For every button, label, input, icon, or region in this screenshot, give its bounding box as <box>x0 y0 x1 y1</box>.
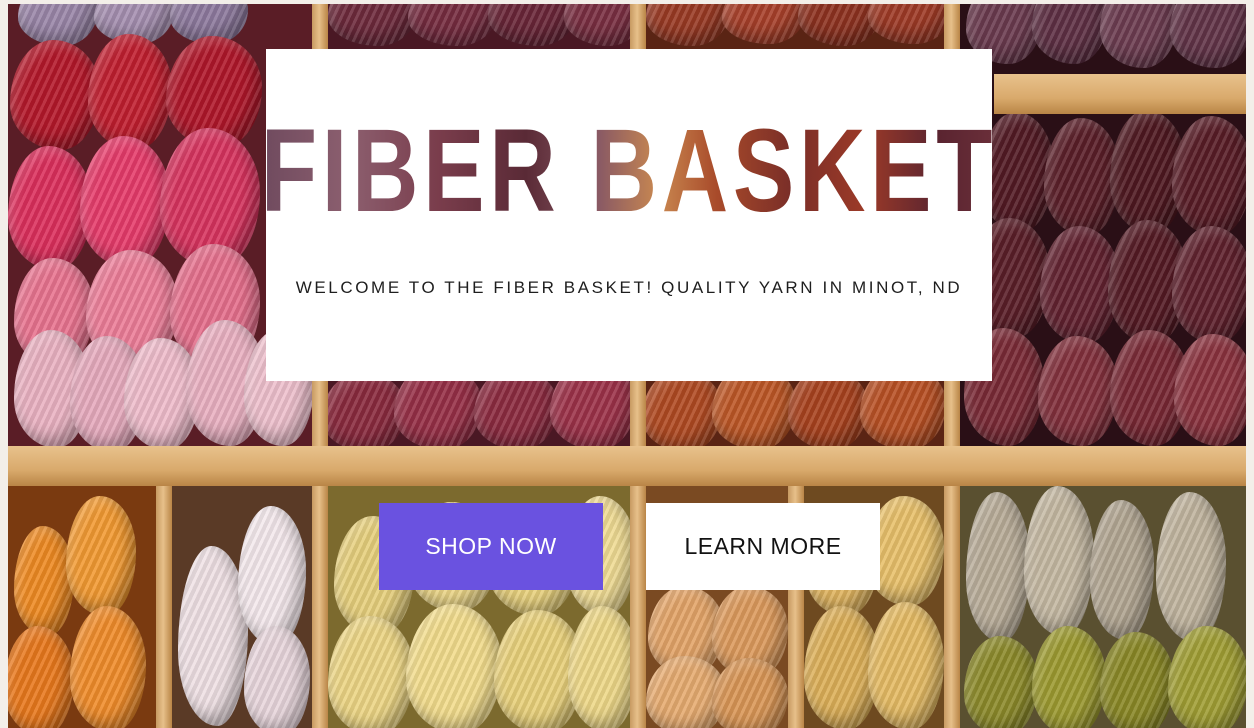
tagline: WELCOME TO THE FIBER BASKET! QUALITY YAR… <box>295 278 963 297</box>
shelf-cell <box>172 486 312 728</box>
page-edge <box>0 0 1254 4</box>
hero-banner: FIBER BASKET WELCOME TO THE FIBER BASKET… <box>0 0 1254 728</box>
shelf-divider <box>156 486 172 728</box>
brand-title: FIBER BASKET <box>260 105 998 237</box>
page-edge <box>0 0 8 728</box>
shelf-cell <box>960 0 1254 450</box>
learn-more-button[interactable]: LEARN MORE <box>646 503 880 590</box>
shelf-board <box>994 74 1254 114</box>
title-card: FIBER BASKET WELCOME TO THE FIBER BASKET… <box>261 49 992 381</box>
shelf-cell <box>960 486 1254 728</box>
shelf-board <box>0 446 1254 486</box>
shop-now-button[interactable]: SHOP NOW <box>379 503 603 590</box>
shelf-cell <box>0 486 156 728</box>
page-edge <box>1246 0 1254 728</box>
